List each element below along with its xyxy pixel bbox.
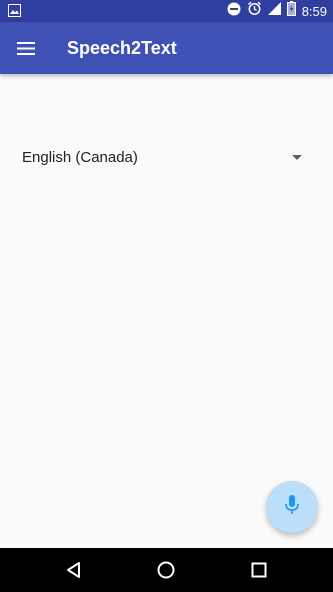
alarm-icon: [247, 1, 262, 21]
signal-icon: [267, 2, 281, 20]
microphone-icon: [285, 494, 299, 520]
home-nav-icon[interactable]: [155, 559, 177, 581]
navigation-bar: [0, 548, 333, 592]
language-spinner[interactable]: English (Canada): [22, 142, 312, 172]
back-nav-icon[interactable]: [63, 559, 85, 581]
dropdown-arrow-icon: [292, 154, 302, 160]
app-title: Speech2Text: [67, 38, 177, 58]
hamburger-menu-icon[interactable]: [12, 34, 40, 62]
app-bar: Speech2Text: [0, 22, 333, 74]
image-notification-icon: [8, 4, 21, 22]
status-bar: 8:59: [0, 0, 333, 22]
recents-nav-icon[interactable]: [248, 559, 270, 581]
language-selected-label: English (Canada): [22, 148, 138, 166]
do-not-disturb-icon: [227, 2, 241, 21]
battery-charging-icon: [286, 1, 296, 21]
microphone-fab-button[interactable]: [266, 481, 318, 533]
status-time: 8:59: [301, 3, 327, 19]
